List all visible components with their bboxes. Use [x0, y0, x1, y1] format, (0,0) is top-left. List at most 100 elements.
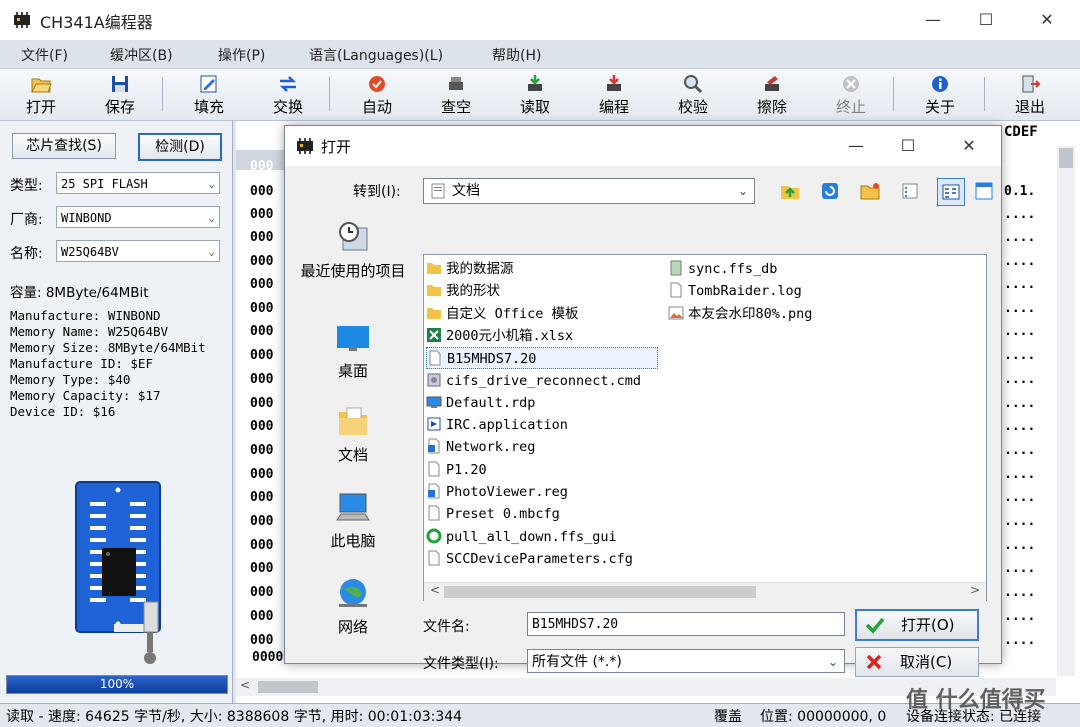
file-item[interactable]: Default.rdp [426, 392, 543, 414]
scrollbar-thumb[interactable] [1059, 148, 1073, 168]
toolbar-swap-button[interactable]: 交换 [256, 71, 320, 119]
toolbar-open-button[interactable]: 打开 [9, 71, 73, 119]
file-item[interactable]: cifs_drive_reconnect.cmd [426, 370, 649, 392]
documents-folder-icon [339, 407, 367, 435]
menu-operation[interactable]: 操作(P) [218, 45, 265, 65]
file-item[interactable]: IRC.application [426, 414, 576, 436]
menu-language[interactable]: 语言(Languages)(L) [309, 45, 443, 65]
hex-row-address: 000 [250, 419, 274, 434]
filelist-horizontal-scrollbar[interactable]: < > [424, 582, 986, 601]
scroll-right-icon[interactable]: > [970, 583, 980, 597]
toolbar-erase-button[interactable]: 擦除 [740, 71, 804, 119]
toolbar-blankcheck-button[interactable]: 查空 [424, 71, 488, 119]
progress-bar: 100% [6, 675, 228, 694]
fill-edit-icon [200, 75, 217, 93]
view-details-icon[interactable] [973, 180, 995, 202]
toolbar-stop-button[interactable]: 终止 [819, 71, 883, 119]
desktop-icon [337, 326, 369, 351]
app-title: CH341A编程器 [40, 13, 153, 32]
file-item[interactable]: P1.20 [426, 459, 495, 481]
hex-row-address: 000 [250, 277, 274, 292]
capacity-text: 容量: 8MByte/64MBit [10, 285, 149, 301]
watermark-logo: 值 什么值得买 [906, 688, 1046, 713]
type-select[interactable]: 25 SPI FLASH ⌄ [56, 172, 220, 194]
hex-row-ascii: .... [1004, 254, 1036, 269]
detect-button[interactable]: 检测(D) [138, 133, 222, 161]
toolbar-exit-button[interactable]: 退出 [998, 71, 1062, 119]
menu-file[interactable]: 文件(F) [21, 45, 68, 65]
new-folder-icon[interactable] [859, 180, 881, 202]
nav-this-pc[interactable]: 此电脑 [297, 490, 409, 551]
minimize-button[interactable]: — [918, 8, 948, 32]
toolbar-fill-button[interactable]: 填充 [177, 71, 241, 119]
open-button[interactable]: 打开(O) [855, 609, 979, 641]
menu-bar: 文件(F) 缓冲区(B) 操作(P) 语言(Languages)(L) 帮助(H… [0, 40, 1080, 69]
dialog-maximize-button[interactable]: ☐ [893, 134, 923, 158]
file-item[interactable]: sync.ffs_db [668, 258, 785, 280]
chip-search-button[interactable]: 芯片查找(S) [12, 133, 116, 159]
view-list-button[interactable] [937, 178, 965, 206]
toolbar-program-button[interactable]: 编程 [582, 71, 646, 119]
file-item[interactable]: PhotoViewer.reg [426, 481, 576, 503]
menu-help[interactable]: 帮助(H) [492, 45, 541, 65]
filetype-select[interactable]: 所有文件 (*.*) ⌄ [527, 649, 845, 673]
stop-icon [843, 76, 859, 92]
toolbar-erase-label: 擦除 [756, 98, 787, 116]
maximize-button[interactable]: ☐ [971, 8, 1001, 32]
vendor-select[interactable]: WINBOND ⌄ [56, 206, 220, 228]
hex-row-ascii: .... [1004, 301, 1036, 316]
scrollbar-thumb[interactable] [444, 586, 756, 598]
nav-recent[interactable]: 最近使用的项目 [297, 220, 409, 281]
nav-network[interactable]: 网络 [297, 576, 409, 637]
file-item[interactable]: 我的数据源 [426, 258, 522, 280]
file-item[interactable]: Network.reg [426, 436, 543, 458]
open-folder-icon [31, 78, 52, 93]
file-name: P1.20 [446, 461, 487, 478]
file-item[interactable]: TombRaider.log [668, 280, 810, 302]
file-item[interactable]: SCCDeviceParameters.cfg [426, 548, 641, 570]
hex-row-ascii: .... [1004, 277, 1036, 292]
file-item[interactable]: 自定义 Office 模板 [426, 303, 587, 325]
goto-select[interactable]: 文档 ⌄ [423, 178, 755, 204]
refresh-icon[interactable] [819, 180, 841, 202]
folder-file-icon [427, 263, 441, 274]
hex-row-ascii: .... [1004, 207, 1036, 222]
name-select[interactable]: W25Q64BV ⌄ [56, 240, 220, 262]
menu-buffer[interactable]: 缓冲区(B) [110, 45, 173, 65]
file-item[interactable]: 本友会水印80%.png [668, 303, 820, 325]
auto-icon [369, 76, 385, 92]
toolbar-read-button[interactable]: 读取 [503, 71, 567, 119]
documents-folder-icon [431, 183, 445, 199]
toolbar-save-button[interactable]: 保存 [88, 71, 152, 119]
toolbar-about-button[interactable]: 关于 [908, 71, 972, 119]
hex-row-address: 000 [250, 538, 274, 553]
toolbar-save-label: 保存 [104, 98, 135, 116]
programmer-board-icon [75, 481, 161, 664]
file-item[interactable]: Preset 0.mbcfg [426, 503, 568, 525]
toolbar-auto-button[interactable]: 自动 [345, 71, 409, 119]
scroll-left-icon[interactable]: < [240, 678, 250, 692]
filename-input[interactable]: B15MHDS7.20 [527, 612, 845, 636]
file-item[interactable]: 2000元小机箱.xlsx [426, 325, 581, 347]
dialog-minimize-button[interactable]: — [841, 134, 871, 158]
reg-file-icon [428, 483, 440, 499]
toolbar-verify-button[interactable]: 校验 [661, 71, 725, 119]
toolbar-separator [893, 77, 894, 111]
cancel-button[interactable]: 取消(C) [855, 647, 979, 677]
scroll-left-icon[interactable]: < [430, 583, 440, 597]
nav-desktop[interactable]: 桌面 [297, 320, 409, 381]
file-name: 2000元小机箱.xlsx [446, 327, 574, 344]
close-button[interactable]: ✕ [1032, 8, 1062, 32]
file-item[interactable]: pull_all_down.ffs_gui [426, 526, 625, 548]
dialog-close-button[interactable]: ✕ [954, 134, 984, 158]
file-item[interactable]: 我的形状 [426, 280, 508, 302]
sync-file-icon [426, 528, 442, 544]
scrollbar-thumb[interactable] [258, 681, 318, 693]
hex-vertical-scrollbar[interactable] [1057, 146, 1075, 676]
view-small-icon[interactable] [899, 180, 921, 202]
nav-documents[interactable]: 文档 [297, 404, 409, 465]
progress-text: 100% [99, 677, 135, 691]
file-item[interactable]: B15MHDS7.20 [426, 347, 658, 370]
up-folder-icon[interactable] [779, 180, 801, 202]
file-list[interactable]: 我的数据源 我的形状 自定义 Office 模板 2000元小机箱.xlsx B15MH… [423, 254, 987, 601]
